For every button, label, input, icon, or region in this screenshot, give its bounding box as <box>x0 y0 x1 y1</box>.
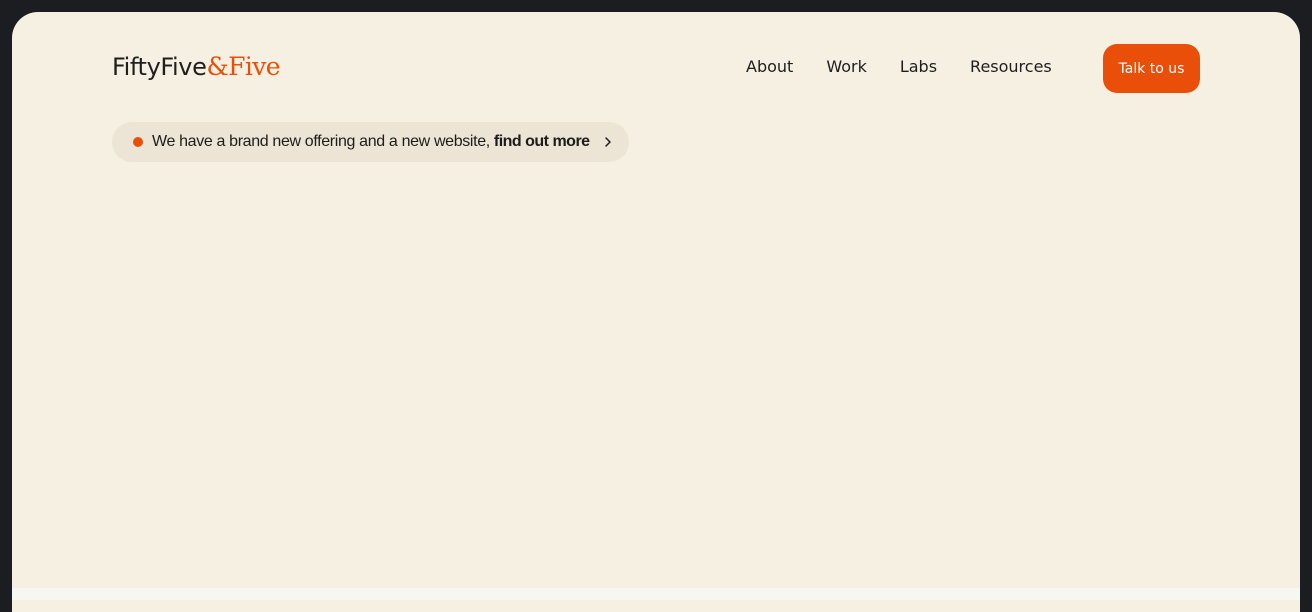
nav-labs[interactable]: Labs <box>900 57 937 76</box>
nav-about[interactable]: About <box>746 57 793 76</box>
announcement-banner[interactable]: We have a brand new offering and a new w… <box>112 122 629 162</box>
page-frame: FiftyFive &Five About Work Labs Resource… <box>12 12 1300 612</box>
bottom-section-edge <box>12 588 1300 600</box>
nav-work[interactable]: Work <box>826 57 867 76</box>
talk-to-us-button[interactable]: Talk to us <box>1103 44 1200 93</box>
logo-accent-text: &Five <box>206 52 280 81</box>
find-out-more-link[interactable]: find out more <box>494 133 590 151</box>
announcement-text: We have a brand new offering and a new w… <box>152 133 490 150</box>
logo-main-text: FiftyFive <box>112 53 207 81</box>
nav-resources[interactable]: Resources <box>970 57 1052 76</box>
main-nav: About Work Labs Resources <box>746 54 1052 78</box>
site-logo[interactable]: FiftyFive &Five <box>112 52 281 84</box>
chevron-right-icon <box>602 136 614 148</box>
status-dot-icon <box>133 137 143 147</box>
